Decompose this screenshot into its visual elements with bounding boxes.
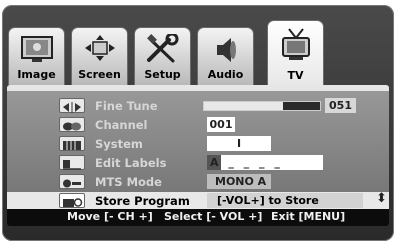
menu-row-fine-tune[interactable]: Fine Tune 051 — [7, 97, 389, 115]
edit-labels-field[interactable]: A _ _ _ _ — [207, 155, 323, 170]
tab-label: Audio — [207, 68, 244, 81]
menu-label: Fine Tune — [95, 99, 158, 113]
footer-hints: Move [- CH +] Select [- VOL +] Exit [MEN… — [7, 209, 389, 226]
menu-label: System — [95, 137, 143, 151]
tab-label: Screen — [78, 68, 121, 81]
edit-labels-icon — [59, 155, 85, 170]
tab-audio[interactable]: Audio — [197, 27, 254, 85]
monitor-picture-icon — [20, 36, 53, 62]
menu-row-mts-mode[interactable]: MTS Mode MONO A — [7, 173, 389, 191]
fine-tune-slider-fill — [204, 102, 283, 110]
store-program-icon — [59, 193, 85, 208]
menu-label: MTS Mode — [95, 175, 162, 189]
tab-tv[interactable]: TV — [267, 20, 324, 90]
menu-label: Channel — [95, 118, 148, 132]
panel-divider — [7, 85, 389, 91]
tab-label: Setup — [144, 68, 181, 81]
tv-antenna-icon — [281, 28, 310, 60]
channel-value[interactable]: 001 — [207, 117, 235, 132]
osd-menu: Image Screen Setup Audio TV Fine Tune 05… — [2, 5, 394, 241]
tools-icon — [146, 34, 178, 63]
scroll-indicator-icon[interactable]: ⬍ — [376, 191, 387, 206]
fine-tune-value: 051 — [325, 98, 356, 113]
store-program-value[interactable]: [-VOL+] to Store Settings — [207, 193, 363, 222]
menu-row-store-program[interactable]: Store Program [-VOL+] to Store Settings … — [7, 191, 389, 222]
hint-select: Select [- VOL +] — [164, 210, 263, 223]
hint-move: Move [- CH +] — [67, 210, 153, 223]
menu-label: Edit Labels — [95, 156, 167, 170]
tv-settings-panel: Fine Tune 051 Channel 001 System I Edit … — [7, 85, 389, 222]
hint-exit: Exit [MENU] — [271, 210, 346, 223]
tab-label: TV — [287, 69, 304, 82]
menu-label: Store Program — [95, 194, 190, 208]
system-icon — [59, 136, 85, 151]
system-value[interactable]: I — [207, 136, 271, 151]
speaker-icon — [216, 38, 236, 62]
tab-label: Image — [17, 68, 56, 81]
menu-row-channel[interactable]: Channel 001 — [7, 116, 389, 134]
fine-tune-slider[interactable] — [203, 101, 321, 111]
tab-image[interactable]: Image — [8, 27, 65, 85]
tab-setup[interactable]: Setup — [134, 27, 191, 85]
fine-tune-icon — [59, 98, 85, 113]
screen-arrows-icon — [84, 35, 115, 61]
menu-row-edit-labels[interactable]: Edit Labels A _ _ _ _ — [7, 154, 389, 172]
mts-mode-value[interactable]: MONO A — [207, 174, 271, 189]
mts-mode-icon — [59, 174, 85, 189]
tab-screen[interactable]: Screen — [71, 27, 128, 85]
menu-row-system[interactable]: System I — [7, 135, 389, 153]
edit-labels-value: A _ _ _ _ — [207, 155, 283, 170]
channel-icon — [59, 117, 85, 132]
